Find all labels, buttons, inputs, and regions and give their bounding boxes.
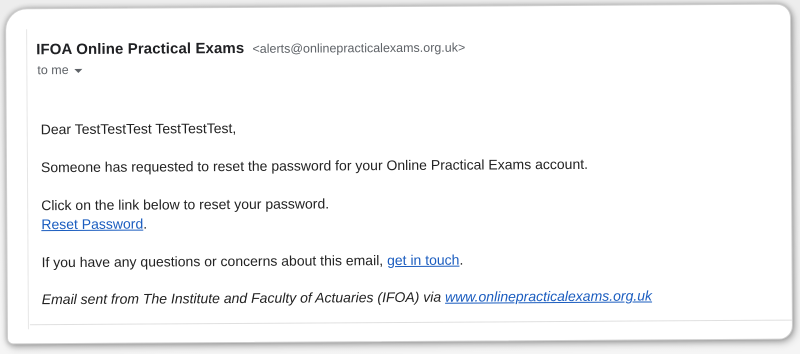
reset-password-link[interactable]: Reset Password: [41, 216, 143, 233]
sender-name[interactable]: IFOA Online Practical Exams: [36, 40, 244, 58]
sender-email: <alerts@onlinepracticalexams.org.uk>: [252, 40, 466, 56]
divider: [26, 29, 29, 330]
reset-link-period: .: [143, 215, 148, 232]
sender-header: IFOA Online Practical Exams <alerts@onli…: [36, 39, 466, 58]
chevron-down-icon: [74, 68, 83, 73]
questions-period: .: [459, 251, 464, 268]
website-link[interactable]: www.onlinepracticalexams.org.uk: [445, 287, 652, 304]
get-in-touch-link[interactable]: get in touch: [387, 252, 459, 268]
questions-text: If you have any questions or concerns ab…: [41, 252, 388, 271]
footer-text: Email sent from The Institute and Facult…: [41, 288, 446, 308]
footer-divider: [29, 319, 792, 326]
greeting: Dear TestTestTest TestTestTest,: [40, 119, 237, 138]
recipient-details-toggle[interactable]: to me: [37, 63, 83, 78]
reset-instruction-text: Click on the link below to reset your pa…: [41, 195, 330, 214]
recipient-label: to me: [37, 63, 69, 78]
reset-request-text: Someone has requested to reset the passw…: [40, 155, 589, 176]
footer-line-text: Email sent from The Institute and Facult…: [42, 287, 652, 307]
reset-link-line: Reset Password.: [41, 216, 147, 233]
email-card: IFOA Online Practical Exams <alerts@onli…: [4, 3, 794, 345]
questions-line: If you have any questions or concerns ab…: [41, 252, 463, 271]
